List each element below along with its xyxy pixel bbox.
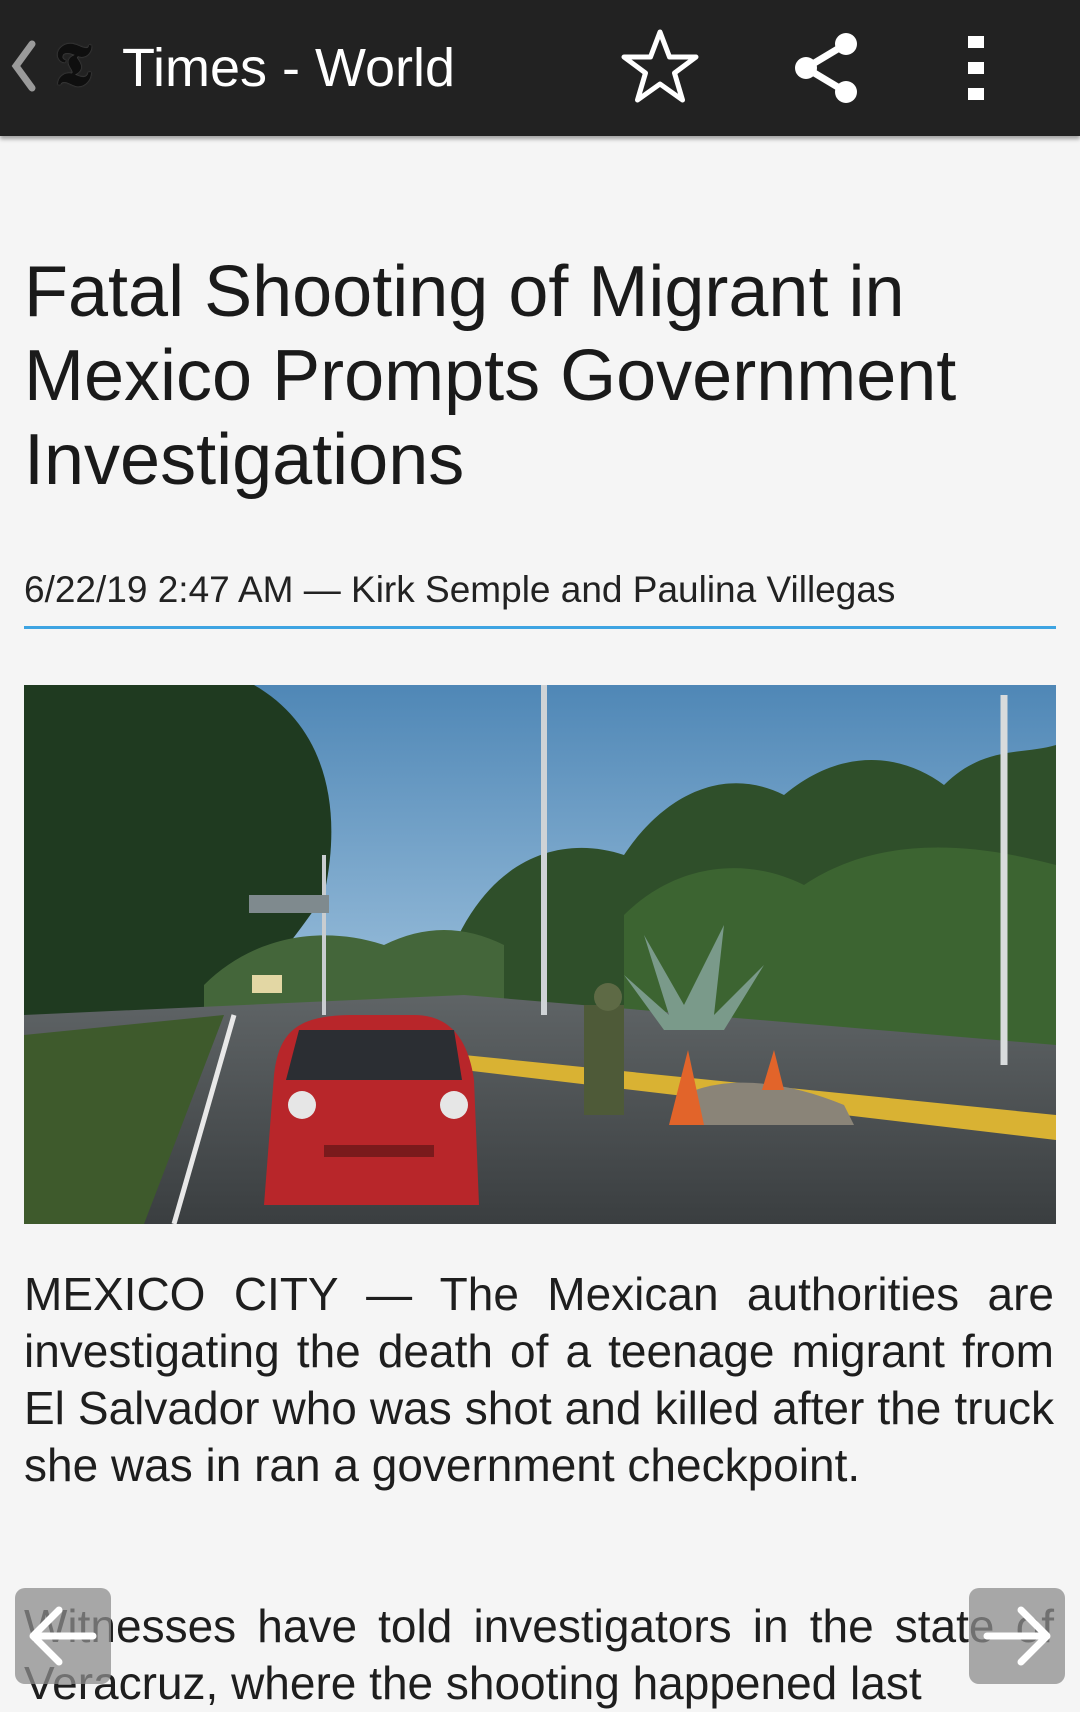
byline-divider [24,626,1056,629]
checkpoint-photo-illustration [24,685,1056,1224]
app-title[interactable]: Times - World [122,36,455,100]
article-paragraph: Witnesses have told investigators in the… [24,1600,1054,1709]
next-article-button[interactable] [969,1588,1065,1684]
arrow-left-icon [29,1606,97,1666]
star-icon[interactable] [620,28,700,108]
more-vert-icon[interactable] [956,28,996,108]
app-bar: 𝕿 Times - World [0,0,1080,136]
article-byline: 6/22/19 2:47 AM — Kirk Semple and Paulin… [24,569,896,610]
previous-article-button[interactable] [15,1588,111,1684]
share-icon[interactable] [788,28,868,108]
article-headline: Fatal Shooting of Migrant in Mexico Prom… [24,252,957,500]
nyt-logo-icon[interactable]: 𝕿 [44,30,102,100]
back-chevron-icon[interactable] [10,38,36,94]
article-photo[interactable] [24,685,1056,1224]
article-paragraph: MEXICO CITY — The Mexican authorities ar… [24,1268,1054,1491]
arrow-right-icon [983,1606,1051,1666]
